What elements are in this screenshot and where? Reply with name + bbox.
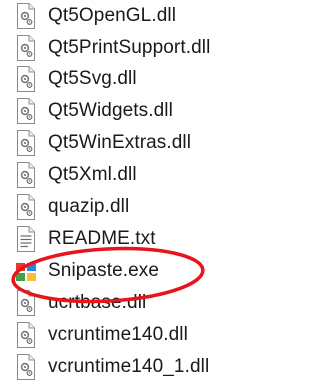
file-row-qt5xml[interactable]: Qt5Xml.dll	[14, 160, 314, 190]
file-row-qt5widgets[interactable]: Qt5Widgets.dll	[14, 96, 314, 126]
file-name: Qt5Svg.dll	[48, 68, 137, 89]
dll-file-icon	[14, 321, 38, 349]
file-row-readme[interactable]: README.txt	[14, 224, 314, 254]
snipaste-app-icon	[14, 257, 38, 285]
dll-file-icon	[14, 161, 38, 189]
dll-file-icon	[14, 65, 38, 93]
dll-file-icon	[14, 2, 38, 30]
file-row-quazip[interactable]: quazip.dll	[14, 192, 314, 222]
dll-file-icon	[14, 193, 38, 221]
file-row-ucrtbase[interactable]: ucrtbase.dll	[14, 288, 314, 318]
dll-file-icon	[14, 289, 38, 317]
file-name: ucrtbase.dll	[48, 292, 147, 313]
file-row-qt5svg[interactable]: Qt5Svg.dll	[14, 64, 314, 94]
file-row-qt5winextras[interactable]: Qt5WinExtras.dll	[14, 128, 314, 158]
dll-file-icon	[14, 34, 38, 62]
file-name: quazip.dll	[48, 196, 130, 217]
dll-file-icon	[14, 97, 38, 125]
file-row-vcruntime140[interactable]: vcruntime140.dll	[14, 320, 314, 350]
file-name: Qt5WinExtras.dll	[48, 132, 192, 153]
file-name: Snipaste.exe	[48, 260, 160, 281]
file-name: vcruntime140.dll	[48, 324, 188, 345]
file-row-vcruntime140-1[interactable]: vcruntime140_1.dll	[14, 352, 314, 382]
file-name: Qt5Widgets.dll	[48, 100, 173, 121]
file-name: Qt5OpenGL.dll	[48, 5, 177, 26]
file-name: Qt5Xml.dll	[48, 164, 137, 185]
file-name: vcruntime140_1.dll	[48, 356, 210, 377]
file-row-snipaste[interactable]: Snipaste.exe	[14, 256, 314, 286]
dll-file-icon	[14, 353, 38, 381]
dll-file-icon	[14, 129, 38, 157]
file-list: Qt5OpenGL.dll Qt5PrintSupport.dll Qt5Svg…	[0, 0, 318, 387]
file-name: README.txt	[48, 228, 156, 249]
file-name: Qt5PrintSupport.dll	[48, 37, 211, 58]
file-row-qt5opengl[interactable]: Qt5OpenGL.dll	[14, 1, 314, 31]
text-file-icon	[14, 225, 38, 253]
file-row-qt5printsupport[interactable]: Qt5PrintSupport.dll	[14, 33, 314, 63]
